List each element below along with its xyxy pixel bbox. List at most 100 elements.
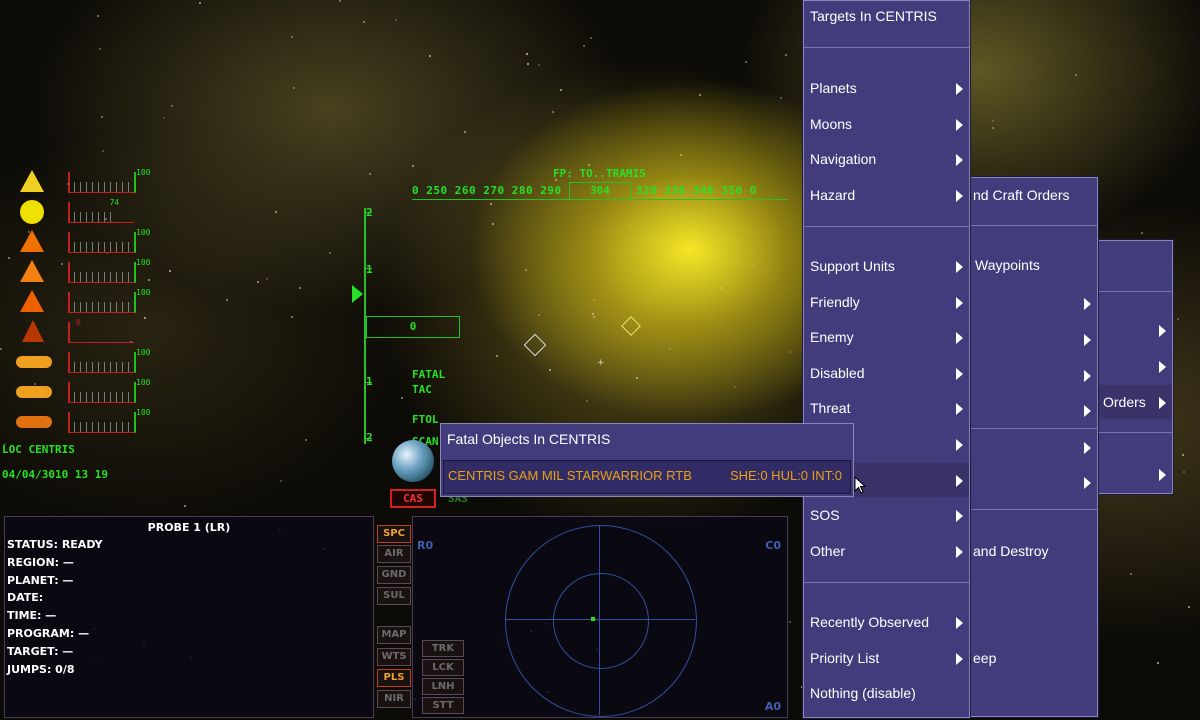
targets-menu-item[interactable]: Threat — [804, 391, 969, 425]
orders-menu-item[interactable] — [967, 358, 1097, 392]
star — [169, 270, 171, 272]
probe-status-line: DATE: — [7, 591, 44, 605]
chevron-right-icon — [956, 617, 963, 629]
targets-menu-item-label: Threat — [810, 400, 851, 417]
star — [226, 299, 228, 301]
gauge-value: 100 — [136, 378, 151, 387]
targets-menu-item[interactable]: Friendly — [804, 285, 969, 319]
gauge-ticks — [74, 362, 130, 372]
targets-menu-item[interactable]: Recently Observed — [804, 605, 969, 639]
star — [785, 54, 787, 56]
gauge-ticks — [74, 242, 130, 252]
orders-menu-item[interactable] — [967, 465, 1097, 499]
probe-status-line: PLANET: — — [7, 573, 74, 587]
star — [291, 316, 293, 318]
shield-triangle-icon — [14, 230, 48, 254]
targets-menu-item[interactable]: Disabled — [804, 356, 969, 390]
mode-button-pls[interactable]: PLS — [377, 669, 411, 687]
star — [560, 89, 562, 91]
orders-menu-item-craft-orders[interactable]: nd Craft Orders — [967, 178, 1097, 212]
star — [299, 287, 301, 289]
status-gauge-row: 100 — [8, 228, 158, 256]
targets-menu-item[interactable]: Moons — [804, 107, 969, 141]
mode-button-map[interactable]: MAP — [377, 626, 411, 644]
engine-cone-icon — [14, 290, 48, 314]
targets-menu-item-label: Navigation — [810, 151, 877, 168]
star — [496, 355, 498, 357]
status-gauge-row: 74 — [8, 198, 158, 226]
radiation-icon — [14, 170, 48, 194]
cas-button[interactable]: CAS — [390, 489, 436, 508]
third-menu-item[interactable] — [1097, 349, 1172, 383]
chevron-right-icon — [956, 474, 963, 487]
star — [538, 64, 540, 66]
tag-button-trk[interactable]: TRK — [422, 640, 464, 657]
targets-menu-item-label: Enemy — [810, 329, 854, 346]
star — [1130, 573, 1132, 575]
third-menu-item-orders[interactable]: Orders — [1097, 385, 1172, 419]
chevron-right-icon — [1084, 370, 1091, 382]
star — [199, 2, 201, 4]
mode-button-wts[interactable]: WTS — [377, 648, 411, 666]
targets-menu-item[interactable]: Nothing (disable) — [804, 676, 969, 710]
targets-menu-item[interactable]: Support Units — [804, 249, 969, 283]
gauge-bar — [68, 262, 136, 283]
targets-menu-item[interactable]: Planets — [804, 71, 969, 105]
gauge-bar — [68, 172, 136, 193]
mode-button-nir[interactable]: NIR — [377, 690, 411, 708]
probe-status-line: REGION: — — [7, 555, 74, 569]
chevron-right-icon — [1084, 477, 1091, 489]
tag-button-lnh[interactable]: LNH — [422, 678, 464, 695]
targets-menu-item[interactable]: Hazard — [804, 178, 969, 212]
star — [412, 165, 414, 167]
orders-menu-item-waypoints[interactable]: Waypoints — [967, 248, 1097, 282]
targets-menu-item[interactable]: SOS — [804, 498, 969, 532]
orders-menu-item[interactable] — [967, 286, 1097, 320]
radar-axis-h — [505, 619, 695, 620]
fatal-object-row[interactable]: CENTRIS GAM MIL STARWARRIOR RTB SHE:0 HU… — [443, 460, 851, 494]
gauge-ticks — [74, 272, 130, 282]
targets-menu-item[interactable]: Enemy — [804, 320, 969, 354]
chevron-right-icon — [1084, 442, 1091, 454]
orders-menu-item-search-destroy[interactable]: and Destroy — [967, 534, 1097, 568]
orders-menu-item-keep[interactable]: eep — [967, 641, 1097, 675]
mode-button-air[interactable]: AIR — [377, 545, 411, 563]
star — [552, 111, 554, 113]
star — [992, 120, 994, 122]
gauge-ticks — [74, 302, 130, 312]
sun-icon — [14, 200, 48, 224]
targets-menu-item[interactable]: Navigation — [804, 142, 969, 176]
star — [8, 257, 10, 259]
star — [699, 94, 701, 96]
mode-button-sul[interactable]: SUL — [377, 587, 411, 605]
orders-menu-item[interactable] — [967, 430, 1097, 464]
menu-separator — [1097, 291, 1172, 292]
menu-separator — [967, 509, 1097, 510]
mode-button-spc[interactable]: SPC — [377, 525, 411, 543]
gauge-bar — [68, 202, 134, 223]
targets-menu-item[interactable]: Priority List — [804, 641, 969, 675]
tag-button-stt[interactable]: STT — [422, 697, 464, 714]
star — [780, 97, 782, 99]
orders-menu-item[interactable] — [967, 322, 1097, 356]
mode-button-gnd[interactable]: GND — [377, 566, 411, 584]
speed-readout: 0 — [366, 316, 460, 338]
heading-tape-right: 320 330 340 350 0 — [635, 184, 757, 197]
third-menu-item[interactable] — [1097, 457, 1172, 491]
orders-menu-item[interactable] — [967, 393, 1097, 427]
star — [525, 269, 527, 271]
star — [1157, 662, 1159, 664]
planet-globe-icon — [392, 440, 434, 482]
chevron-right-icon — [956, 439, 963, 451]
chevron-right-icon — [956, 403, 963, 416]
pitch-label: 1 — [366, 375, 373, 388]
tag-button-lck[interactable]: LCK — [422, 659, 464, 676]
star — [630, 225, 632, 227]
third-menu-item[interactable] — [1097, 313, 1172, 347]
targets-menu-item-label: Priority List — [810, 649, 880, 666]
star — [789, 621, 791, 623]
pitch-label: 2 — [366, 431, 373, 444]
star — [592, 313, 594, 315]
status-gauge-row: 100 — [8, 288, 158, 316]
targets-menu-item[interactable]: Other — [804, 534, 969, 568]
